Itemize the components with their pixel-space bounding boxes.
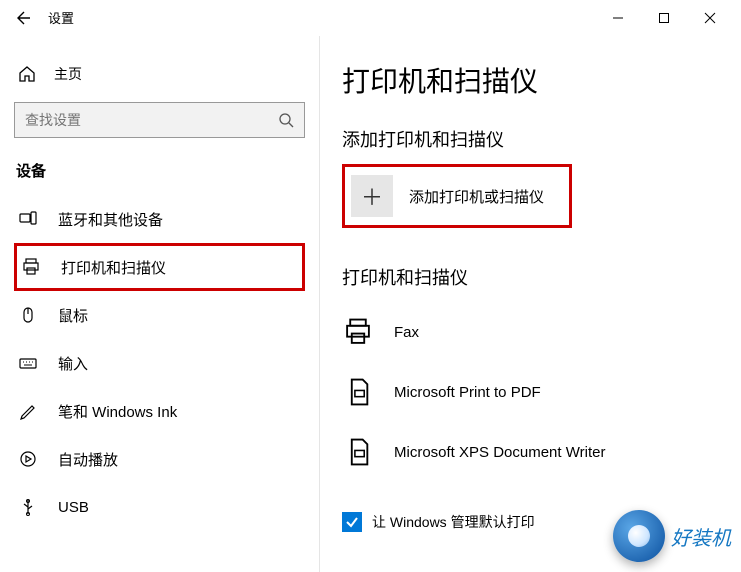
printer-icon	[21, 258, 41, 276]
pen-icon	[18, 402, 38, 420]
sidebar-item-bluetooth[interactable]: 蓝牙和其他设备	[14, 195, 305, 243]
search-box[interactable]	[14, 102, 305, 138]
mouse-icon	[18, 306, 38, 324]
add-printer-button[interactable]: ＋ 添加打印机或扫描仪	[342, 164, 572, 228]
print-file-icon	[342, 378, 374, 406]
content: 打印机和扫描仪 添加打印机和扫描仪 ＋ 添加打印机或扫描仪 打印机和扫描仪 Fa…	[320, 36, 741, 572]
manage-default-checkbox[interactable]: 让 Windows 管理默认打印	[342, 512, 741, 532]
usb-icon	[18, 498, 38, 516]
autoplay-icon	[18, 450, 38, 468]
home-icon	[18, 65, 36, 83]
back-button[interactable]	[8, 4, 36, 32]
search-input[interactable]	[25, 112, 278, 128]
sidebar: 主页 设备 蓝牙和其他设备 打印机和扫描仪 鼠标	[0, 36, 320, 572]
window-controls	[595, 2, 733, 34]
page-title: 打印机和扫描仪	[342, 60, 741, 100]
sidebar-home-label: 主页	[54, 64, 82, 84]
print-file-icon	[342, 438, 374, 466]
add-printer-label: 添加打印机或扫描仪	[409, 186, 544, 207]
keyboard-icon	[18, 354, 38, 372]
sidebar-item-mouse[interactable]: 鼠标	[14, 291, 305, 339]
printer-item-fax[interactable]: Fax	[342, 302, 741, 362]
printer-icon	[342, 318, 374, 346]
printer-label: Fax	[394, 324, 419, 341]
minimize-button[interactable]	[595, 2, 641, 34]
checkbox-checked-icon	[342, 512, 362, 532]
printer-label: Microsoft Print to PDF	[394, 384, 541, 401]
sidebar-item-typing[interactable]: 输入	[14, 339, 305, 387]
sidebar-item-label: 输入	[58, 353, 88, 374]
maximize-button[interactable]	[641, 2, 687, 34]
sidebar-item-label: 鼠标	[58, 305, 88, 326]
titlebar: 设置	[0, 0, 741, 36]
sidebar-item-usb[interactable]: USB	[14, 483, 305, 531]
sidebar-item-label: 打印机和扫描仪	[61, 257, 166, 278]
sidebar-section-title: 设备	[14, 160, 305, 181]
printer-item-xps[interactable]: Microsoft XPS Document Writer	[342, 422, 741, 482]
printer-label: Microsoft XPS Document Writer	[394, 444, 605, 461]
arrow-left-icon	[14, 10, 30, 26]
devices-icon	[18, 210, 38, 228]
minimize-icon	[612, 12, 624, 24]
close-icon	[704, 12, 716, 24]
sidebar-item-printers[interactable]: 打印机和扫描仪	[14, 243, 305, 291]
sidebar-item-label: 笔和 Windows Ink	[58, 401, 177, 422]
list-section-title: 打印机和扫描仪	[342, 264, 741, 290]
sidebar-home[interactable]: 主页	[14, 54, 305, 94]
maximize-icon	[658, 12, 670, 24]
plus-icon: ＋	[351, 175, 393, 217]
close-button[interactable]	[687, 2, 733, 34]
checkbox-label: 让 Windows 管理默认打印	[372, 512, 535, 532]
search-icon	[278, 112, 294, 128]
sidebar-item-label: 蓝牙和其他设备	[58, 209, 163, 230]
window-title: 设置	[48, 8, 74, 27]
add-section-title: 添加打印机和扫描仪	[342, 126, 741, 152]
sidebar-item-label: USB	[58, 499, 89, 516]
printer-item-pdf[interactable]: Microsoft Print to PDF	[342, 362, 741, 422]
sidebar-item-label: 自动播放	[58, 449, 118, 470]
sidebar-item-pen[interactable]: 笔和 Windows Ink	[14, 387, 305, 435]
sidebar-item-autoplay[interactable]: 自动播放	[14, 435, 305, 483]
